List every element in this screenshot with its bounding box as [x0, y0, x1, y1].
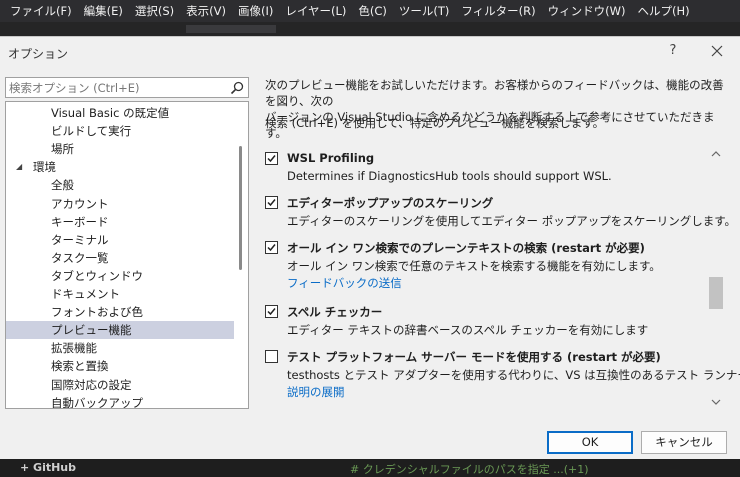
tree-item[interactable]: Visual Basic の既定値: [6, 104, 234, 122]
feature-title: テスト プラットフォーム サーバー モードを使用する (restart が必要): [287, 350, 661, 364]
feature-link[interactable]: フィードバックの送信: [287, 275, 402, 291]
app-menubar: ファイル(F) 編集(E) 選択(S) 表示(V) 画像(I) レイヤー(L) 色(C) ツー…: [0, 0, 740, 22]
feature-title: エディターポップアップのスケーリング: [287, 196, 494, 210]
feature-description: Determines if DiagnosticsHub tools shoul…: [287, 169, 612, 183]
menu-item[interactable]: ツール(T): [393, 0, 456, 22]
tree-item[interactable]: ターミナル: [6, 231, 234, 249]
tree-item-label: タブとウィンドウ: [51, 268, 143, 283]
dialog-title: オプション: [8, 47, 69, 61]
tree-item-label: ターミナル: [51, 232, 109, 247]
feature-description: エディター テキストの辞書ベースのスペル チェッカーを有効にします: [287, 323, 649, 337]
tree-item-label: 環境: [33, 160, 56, 175]
menu-item[interactable]: 選択(S): [129, 0, 180, 22]
tree-item-label: プレビュー機能: [51, 323, 132, 338]
search-input[interactable]: [9, 79, 224, 96]
feature-checkbox[interactable]: [265, 196, 278, 209]
editor-tab[interactable]: [186, 25, 276, 33]
tree-item[interactable]: 全般: [6, 176, 234, 194]
check-icon: [267, 244, 276, 252]
ok-button[interactable]: OK: [547, 431, 633, 454]
tree-item[interactable]: 拡張機能: [6, 339, 234, 357]
features-scrollbar[interactable]: [706, 145, 726, 409]
tree-item[interactable]: フォントおよび色: [6, 303, 234, 321]
options-tree: Visual Basic の既定値 ビルドして実行 場所 ◢ 環境全般アカウントキーボー…: [5, 101, 249, 409]
editor-background: + GitHub # クレデンシャルファイルのパスを指定 ...(+1): [0, 459, 740, 477]
feature-description: エディターのスケーリングを使用してエディター ポップアップをスケーリングします。: [287, 214, 737, 228]
tree-item[interactable]: 国際対応の設定: [6, 376, 234, 394]
tree-item[interactable]: 検索と置換: [6, 357, 234, 375]
check-icon: [267, 155, 276, 163]
tree-item-label: キーボード: [51, 214, 109, 229]
cancel-button[interactable]: キャンセル: [641, 431, 727, 454]
feature-description: オール イン ワン検索で任意のテキストを検索する機能を有効にします。: [287, 259, 661, 273]
features-scroll-thumb[interactable]: [709, 277, 723, 309]
feature-checkbox[interactable]: [265, 350, 278, 363]
feature-description: testhosts とテスト アダプターを使用する代わりに、VS は互換性のある…: [287, 368, 740, 382]
menu-item[interactable]: 画像(I): [232, 0, 279, 22]
tree-item-label: ビルドして実行: [51, 124, 132, 139]
tree-item[interactable]: タブとウィンドウ: [6, 267, 234, 285]
expand-arrow-icon[interactable]: ◢: [16, 158, 22, 176]
tree-item-label: 全般: [51, 178, 74, 193]
tree-item-label: アカウント: [51, 196, 109, 211]
code-line: + GitHub: [20, 461, 77, 474]
feature-title: オール イン ワン検索でのプレーンテキストの検索 (restart が必要): [287, 241, 645, 255]
chevron-down-icon[interactable]: [710, 393, 722, 405]
tree-scroll-thumb[interactable]: [239, 146, 242, 270]
tree-item[interactable]: ドキュメント: [6, 285, 234, 303]
chevron-up-icon[interactable]: [710, 145, 722, 157]
menu-item[interactable]: 色(C): [352, 0, 393, 22]
search-icon[interactable]: [229, 80, 245, 96]
feature-checkbox[interactable]: [265, 152, 278, 165]
toolbar-strip: [0, 22, 740, 36]
tree-item[interactable]: ビルドして実行: [6, 122, 234, 140]
preview-feature: オール イン ワン検索でのプレーンテキストの検索 (restart が必要) オー…: [265, 240, 705, 292]
tree-item[interactable]: タスク一覧: [6, 249, 234, 267]
tree-item-label: ドキュメント: [51, 287, 120, 301]
menu-item[interactable]: ウィンドウ(W): [542, 0, 632, 22]
tree-item-label: 拡張機能: [51, 341, 97, 356]
tree-item[interactable]: プレビュー機能: [6, 321, 234, 340]
tree-item[interactable]: 場所: [6, 140, 234, 158]
intro-line-1: 次のプレビュー機能をお試しいただけます。お客様からのフィードバックは、機能の改善…: [265, 78, 724, 108]
close-icon[interactable]: [708, 42, 726, 60]
tree-scrollbar[interactable]: [234, 102, 248, 408]
tree-item[interactable]: アカウント: [6, 195, 234, 213]
menu-item[interactable]: フィルター(R): [455, 0, 541, 22]
tree-item-label: タスク一覧: [51, 250, 109, 265]
feature-checkbox[interactable]: [265, 305, 278, 318]
feature-title: WSL Profiling: [287, 151, 375, 165]
menu-item[interactable]: 表示(V): [180, 0, 232, 22]
tree-item-label: 検索と置換: [51, 359, 109, 374]
menu-item[interactable]: レイヤー(L): [279, 0, 352, 22]
tree-item-label: 場所: [51, 142, 74, 157]
preview-feature: テスト プラットフォーム サーバー モードを使用する (restart が必要)…: [265, 349, 740, 401]
menu-item[interactable]: 編集(E): [78, 0, 129, 22]
intro-text: 次のプレビュー機能をお試しいただけます。お客様からのフィードバックは、機能の改善…: [265, 77, 725, 141]
menu-item[interactable]: ファイル(F): [4, 0, 78, 22]
feature-checkbox[interactable]: [265, 241, 278, 254]
help-button[interactable]: ?: [665, 43, 681, 59]
options-search[interactable]: [5, 77, 249, 98]
search-hint: 検索 (Ctrl+E) を使用して、特定のプレビュー機能を検索します。: [265, 116, 605, 130]
options-dialog: オプション ? Visual Basic の既定値ビルドして実行場所 ◢ 環境全般ア…: [0, 36, 740, 459]
tree-item[interactable]: 自動バックアップ: [6, 394, 234, 409]
feature-link[interactable]: 説明の展開: [287, 384, 345, 400]
code-comment: # クレデンシャルファイルのパスを指定 ...(+1): [350, 463, 589, 476]
tree-item-label: 自動バックアップ: [51, 395, 143, 409]
menu-item[interactable]: ヘルプ(H): [631, 0, 695, 22]
tree-item-label: Visual Basic の既定値: [51, 106, 170, 120]
check-icon: [267, 199, 276, 207]
tree-item-label: フォントおよび色: [51, 305, 143, 320]
tree-item[interactable]: キーボード: [6, 213, 234, 231]
feature-title: スペル チェッカー: [287, 305, 383, 319]
tree-item-label: 国際対応の設定: [51, 377, 132, 392]
check-icon: [267, 308, 276, 316]
tree-item[interactable]: ◢ 環境: [6, 158, 234, 176]
